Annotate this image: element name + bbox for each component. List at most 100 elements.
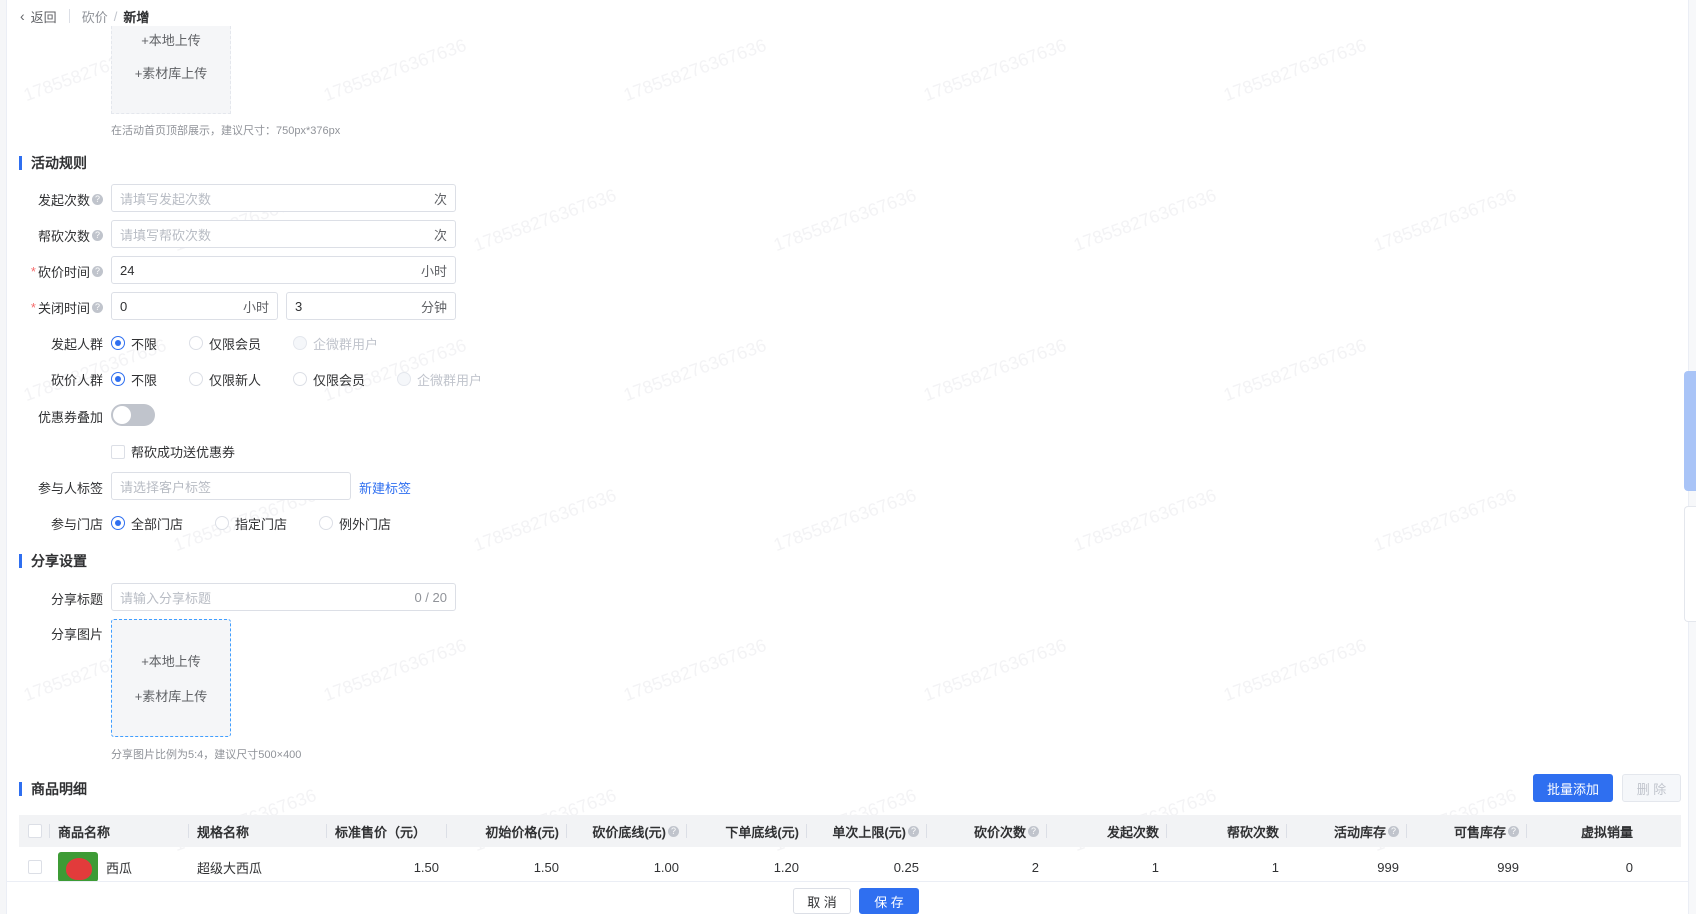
watermark-text: 17855827636763​6 (920, 34, 1069, 106)
close-time-hours-input[interactable]: 0 小时 (111, 292, 278, 320)
col-standard-price: 标准售价（元） (327, 815, 447, 847)
checkbox-box (111, 444, 125, 459)
required-mark: * (30, 264, 36, 279)
select-all-checkbox[interactable] (27, 824, 42, 838)
radio-label: 指定门店 (235, 516, 288, 532)
watermark-text: 17855827636763​6 (620, 334, 769, 406)
close-time-hours-suffix: 小时 (242, 299, 269, 315)
watermark-text: 17855827636763​6 (770, 184, 919, 256)
watermark-text: 17855827636763​6 (320, 34, 469, 106)
cancel-button[interactable]: 取 消 (793, 888, 851, 914)
share-title-placeholder: 请输入分享标题 (120, 590, 212, 606)
share-image-upload: +本地上传 +素材库上传 (111, 619, 231, 737)
stores-option-excluded[interactable]: 例外门店 (319, 514, 391, 533)
question-icon[interactable]: ? (1508, 825, 1519, 837)
question-icon[interactable]: ? (1028, 825, 1039, 837)
bargain-crowd-option-wecom-group: 企微群用户 (397, 370, 482, 389)
share-title-label: 分享标题 (50, 592, 103, 607)
question-icon[interactable]: ? (908, 825, 919, 837)
stores-radio-group: 全部门店 指定门店 例外门店 (111, 513, 423, 533)
launch-count-label-text: 发起次数 (37, 193, 90, 208)
help-count-suffix: 次 (433, 227, 447, 243)
floating-side-panel[interactable] (1684, 506, 1696, 622)
participant-tag-label: 参与人标签 (37, 481, 103, 496)
watermark-text: 17855827636763​6 (620, 634, 769, 706)
close-time-minutes-suffix: 分钟 (420, 299, 447, 315)
question-icon[interactable]: ? (92, 230, 103, 241)
bargain-crowd-option-unlimited[interactable]: 不限 (111, 370, 157, 389)
watermark-text: 17855827636763​6 (1370, 484, 1519, 556)
stores-option-all[interactable]: 全部门店 (111, 514, 183, 533)
col-spec-name: 规格名称 (189, 815, 327, 847)
local-upload-link[interactable]: +本地上传 (141, 30, 201, 49)
goods-table: 商品名称 规格名称 标准售价（元） 初始价格(元) 砍价底线(元)? 下单底线(… (19, 815, 1681, 887)
cover-image-hint: 在活动首页顶部展示，建议尺寸：750px*376px (111, 125, 341, 137)
bargain-crowd-option-members[interactable]: 仅限会员 (293, 370, 365, 389)
share-title-input[interactable]: 请输入分享标题 0 / 20 (111, 583, 456, 611)
stores-label: 参与门店 (50, 517, 103, 532)
radio-dot (111, 372, 125, 386)
question-icon[interactable]: ? (92, 302, 103, 313)
radio-label: 企微群用户 (313, 336, 379, 352)
library-upload-link[interactable]: +素材库上传 (135, 63, 208, 82)
launch-crowd-option-wecom-group: 企微群用户 (293, 334, 378, 353)
close-time-minutes-input[interactable]: 3 分钟 (286, 292, 456, 320)
stores-option-specified[interactable]: 指定门店 (215, 514, 287, 533)
radio-dot (293, 336, 308, 350)
close-time-hours-value: 0 (120, 298, 128, 314)
floating-side-tab[interactable] (1684, 371, 1696, 491)
radio-dot (293, 372, 308, 386)
question-icon[interactable]: ? (668, 825, 679, 837)
bargain-crowd-radio-group: 不限 仅限新人 仅限会员 企微群用户 (111, 369, 514, 389)
breadcrumb-current: 新增 (123, 9, 150, 25)
question-icon[interactable]: ? (92, 266, 103, 277)
section-title-rules: 活动规则 (19, 155, 87, 171)
launch-crowd-option-members[interactable]: 仅限会员 (189, 334, 261, 353)
watermark-text: 17855827636763​6 (770, 484, 919, 556)
help-count-placeholder: 请填写帮砍次数 (120, 227, 212, 243)
radio-dot (319, 516, 334, 530)
help-count-label-text: 帮砍次数 (37, 229, 90, 244)
watermark-text: 17855827636763​6 (1070, 184, 1219, 256)
col-help-times: 帮砍次数 (1167, 815, 1287, 847)
question-icon[interactable]: ? (1388, 825, 1399, 837)
launch-count-input[interactable]: 请填写发起次数 次 (111, 184, 456, 212)
col-order-floor: 下单底线(元) (687, 815, 807, 847)
radio-label: 仅限会员 (313, 372, 366, 388)
col-sale-stock: 可售库存? (1407, 815, 1527, 847)
radio-dot (111, 336, 125, 350)
launch-crowd-option-unlimited[interactable]: 不限 (111, 334, 157, 353)
breadcrumb-parent[interactable]: 砍价 (82, 7, 108, 26)
save-button[interactable]: 保 存 (859, 888, 919, 914)
section-title-share: 分享设置 (19, 553, 87, 569)
help-coupon-checkbox[interactable]: 帮砍成功送优惠券 (111, 442, 235, 461)
library-upload-link[interactable]: +素材库上传 (135, 686, 208, 705)
bargain-crowd-option-new-users[interactable]: 仅限新人 (189, 370, 261, 389)
radio-dot (189, 372, 204, 386)
radio-dot (397, 372, 412, 386)
bargain-time-value: 24 (120, 262, 135, 278)
coupon-stack-toggle[interactable] (111, 404, 155, 426)
coupon-stack-label: 优惠券叠加 (37, 410, 103, 425)
local-upload-link[interactable]: +本地上传 (141, 651, 201, 670)
bargain-time-input[interactable]: 24 小时 (111, 256, 456, 284)
close-time-label: * 关闭时间? (31, 298, 103, 317)
col-activity-stock-text: 活动库存 (1333, 824, 1386, 840)
left-gutter (0, 0, 7, 914)
back-button[interactable]: ‹ 返回 (20, 7, 57, 26)
close-time-minutes-value: 3 (295, 298, 303, 314)
row-checkbox[interactable] (27, 860, 42, 874)
help-count-input[interactable]: 请填写帮砍次数 次 (111, 220, 456, 248)
bargain-time-label: * 砍价时间? (31, 262, 103, 281)
batch-add-button[interactable]: 批量添加 (1533, 774, 1613, 802)
question-icon[interactable]: ? (92, 194, 103, 205)
section-title-goods: 商品明细 (19, 781, 87, 797)
participant-tag-select[interactable]: 请选择客户标签 (111, 472, 351, 500)
header-divider (68, 9, 70, 23)
col-bargain-times: 砍价次数? (927, 815, 1047, 847)
new-tag-link[interactable]: 新建标签 (359, 478, 411, 497)
watermark-text: 17855827636763​6 (620, 34, 769, 106)
col-floor-price-text: 砍价底线(元) (592, 824, 666, 840)
col-single-max-text: 单次上限(元) (832, 824, 906, 840)
col-virtual-sales: 虚拟销量 (1580, 824, 1633, 840)
